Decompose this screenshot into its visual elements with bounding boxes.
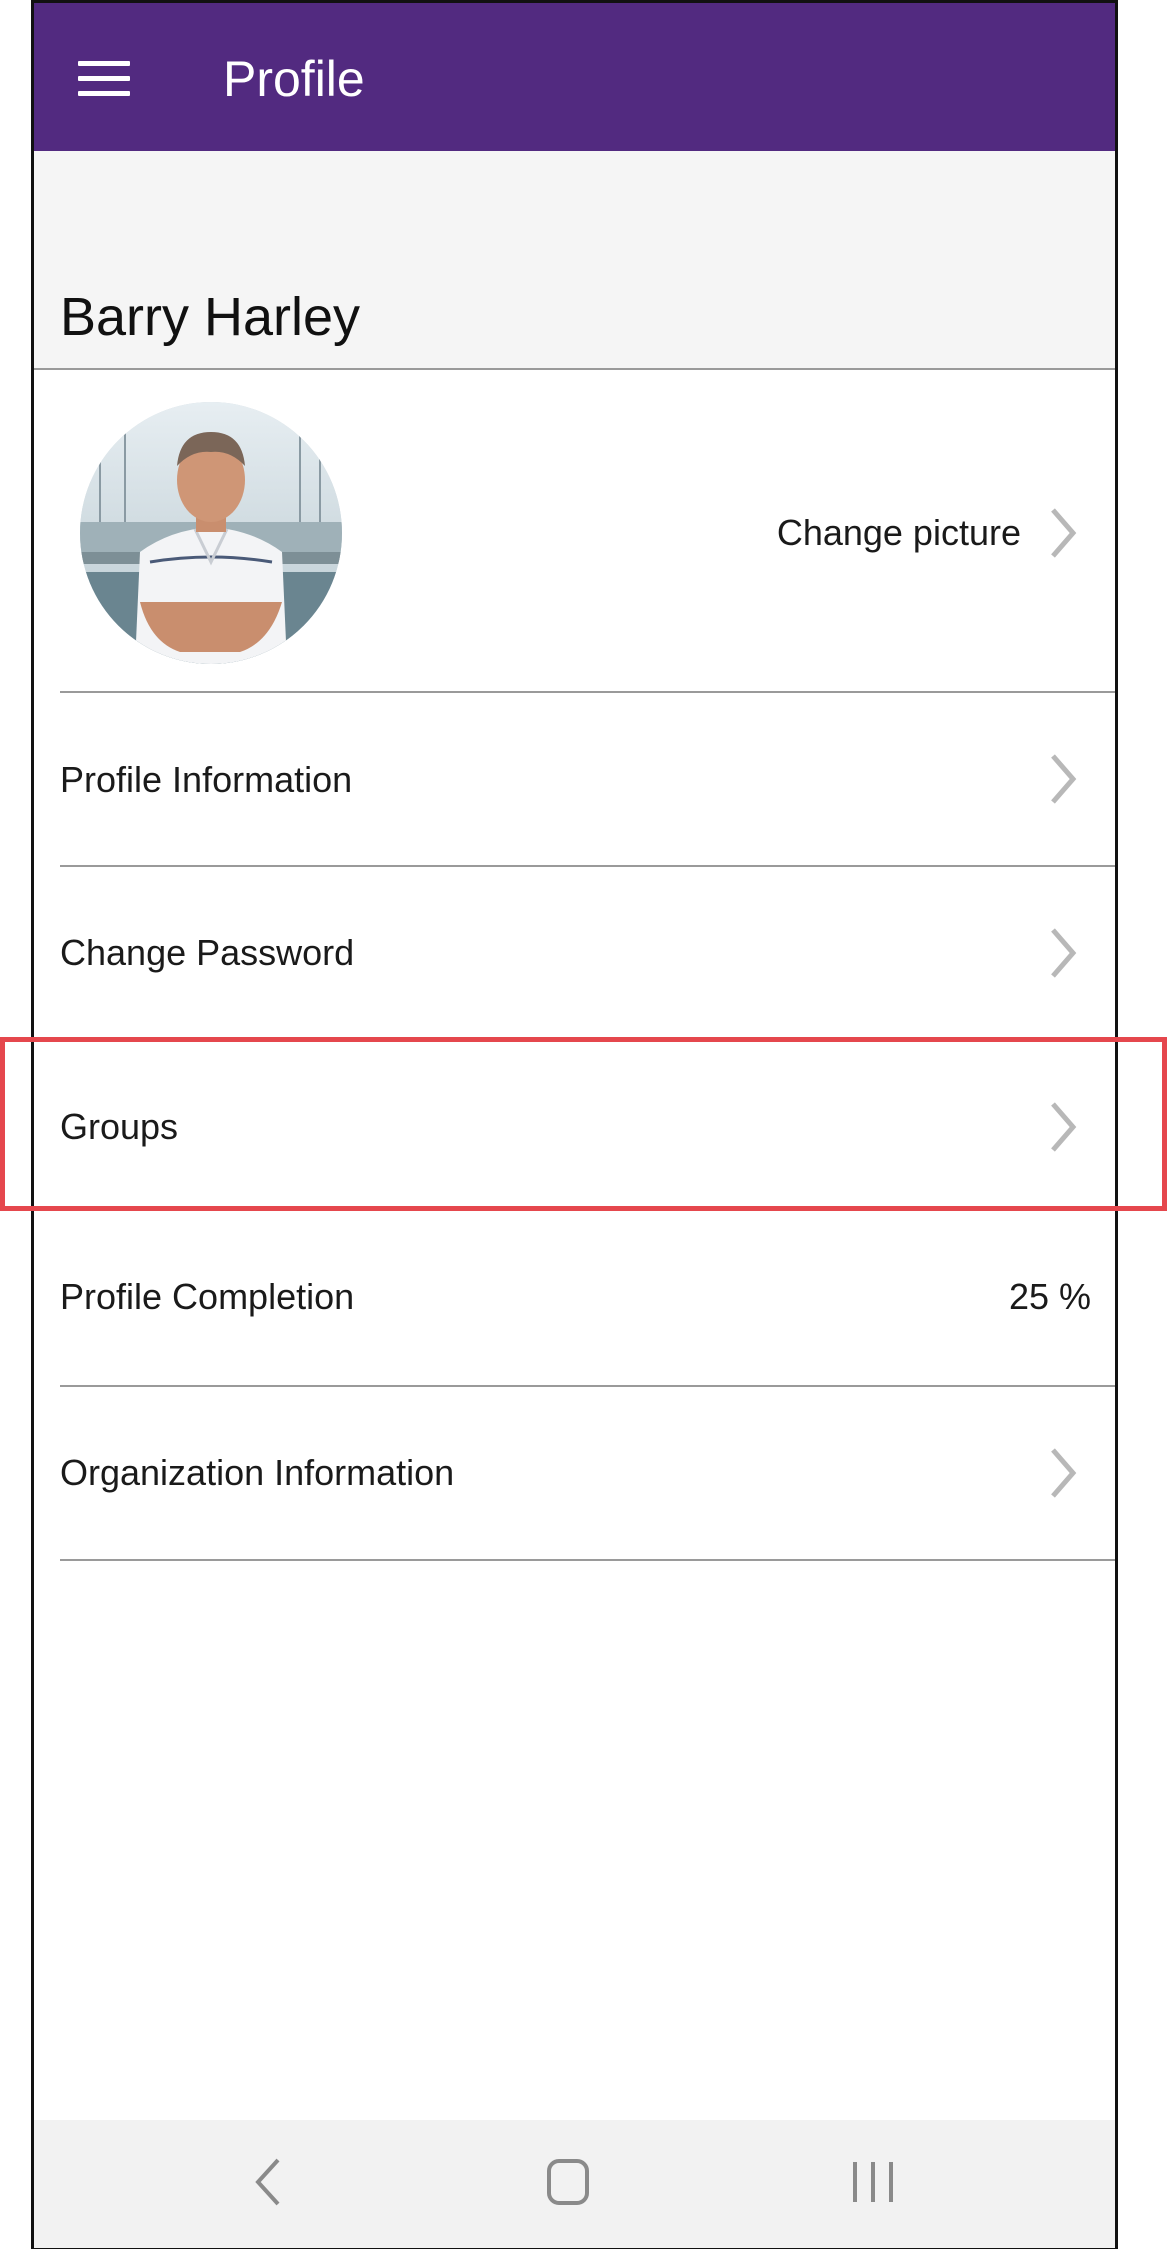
chevron-right-icon [1049, 1101, 1077, 1153]
profile-photo [80, 402, 342, 664]
profile-completion-row: Profile Completion 25 % [34, 1213, 1115, 1385]
chevron-right-icon [1049, 1447, 1077, 1499]
profile-name: Barry Harley [60, 287, 361, 347]
profile-name-header: Barry Harley [34, 151, 1115, 370]
profile-information-row[interactable]: Profile Information [34, 693, 1115, 865]
change-picture-label[interactable]: Change picture [777, 511, 1021, 555]
organization-information-label: Organization Information [60, 1452, 455, 1493]
chevron-right-icon[interactable] [1049, 507, 1077, 559]
page: Profile Barry Harley Change picture Prof… [0, 0, 1170, 2249]
chevron-right-icon [1049, 753, 1077, 805]
system-nav-bar [34, 2120, 1115, 2248]
page-title: Profile [223, 51, 365, 107]
hamburger-menu-icon[interactable] [78, 61, 130, 97]
groups-label: Groups [60, 1106, 179, 1147]
profile-completion-label: Profile Completion [60, 1276, 355, 1317]
organization-information-row[interactable]: Organization Information [34, 1387, 1115, 1559]
phone-screen: Profile Barry Harley Change picture Prof… [31, 0, 1118, 2249]
change-password-label: Change Password [60, 932, 355, 973]
groups-row[interactable]: Groups [34, 1041, 1115, 1213]
profile-information-label: Profile Information [60, 759, 353, 800]
app-bar: Profile [34, 3, 1115, 151]
profile-completion-value: 25 % [1008, 1276, 1091, 1317]
home-icon[interactable] [546, 2156, 590, 2213]
back-icon[interactable] [252, 2156, 282, 2213]
divider [60, 1559, 1115, 1561]
recents-icon[interactable] [851, 2156, 895, 2213]
change-password-row[interactable]: Change Password [34, 867, 1115, 1039]
chevron-right-icon [1049, 927, 1077, 979]
